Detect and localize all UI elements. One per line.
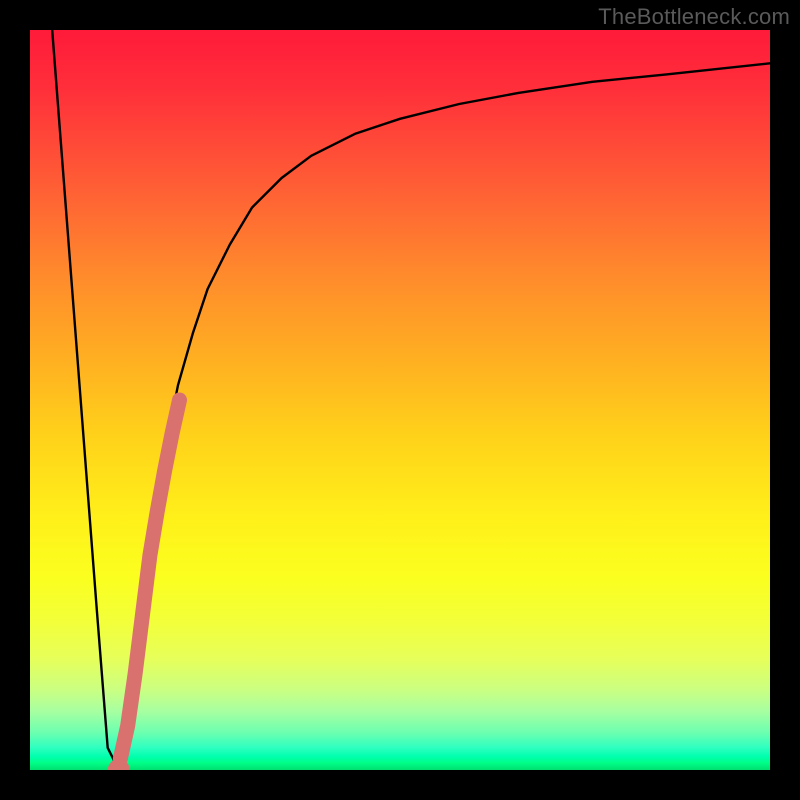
watermark-text: TheBottleneck.com	[598, 4, 790, 30]
plot-area	[30, 30, 770, 770]
highlight-segment	[120, 400, 179, 759]
chart-svg	[30, 30, 770, 770]
bottleneck-curve	[52, 30, 770, 770]
chart-frame: TheBottleneck.com	[0, 0, 800, 800]
